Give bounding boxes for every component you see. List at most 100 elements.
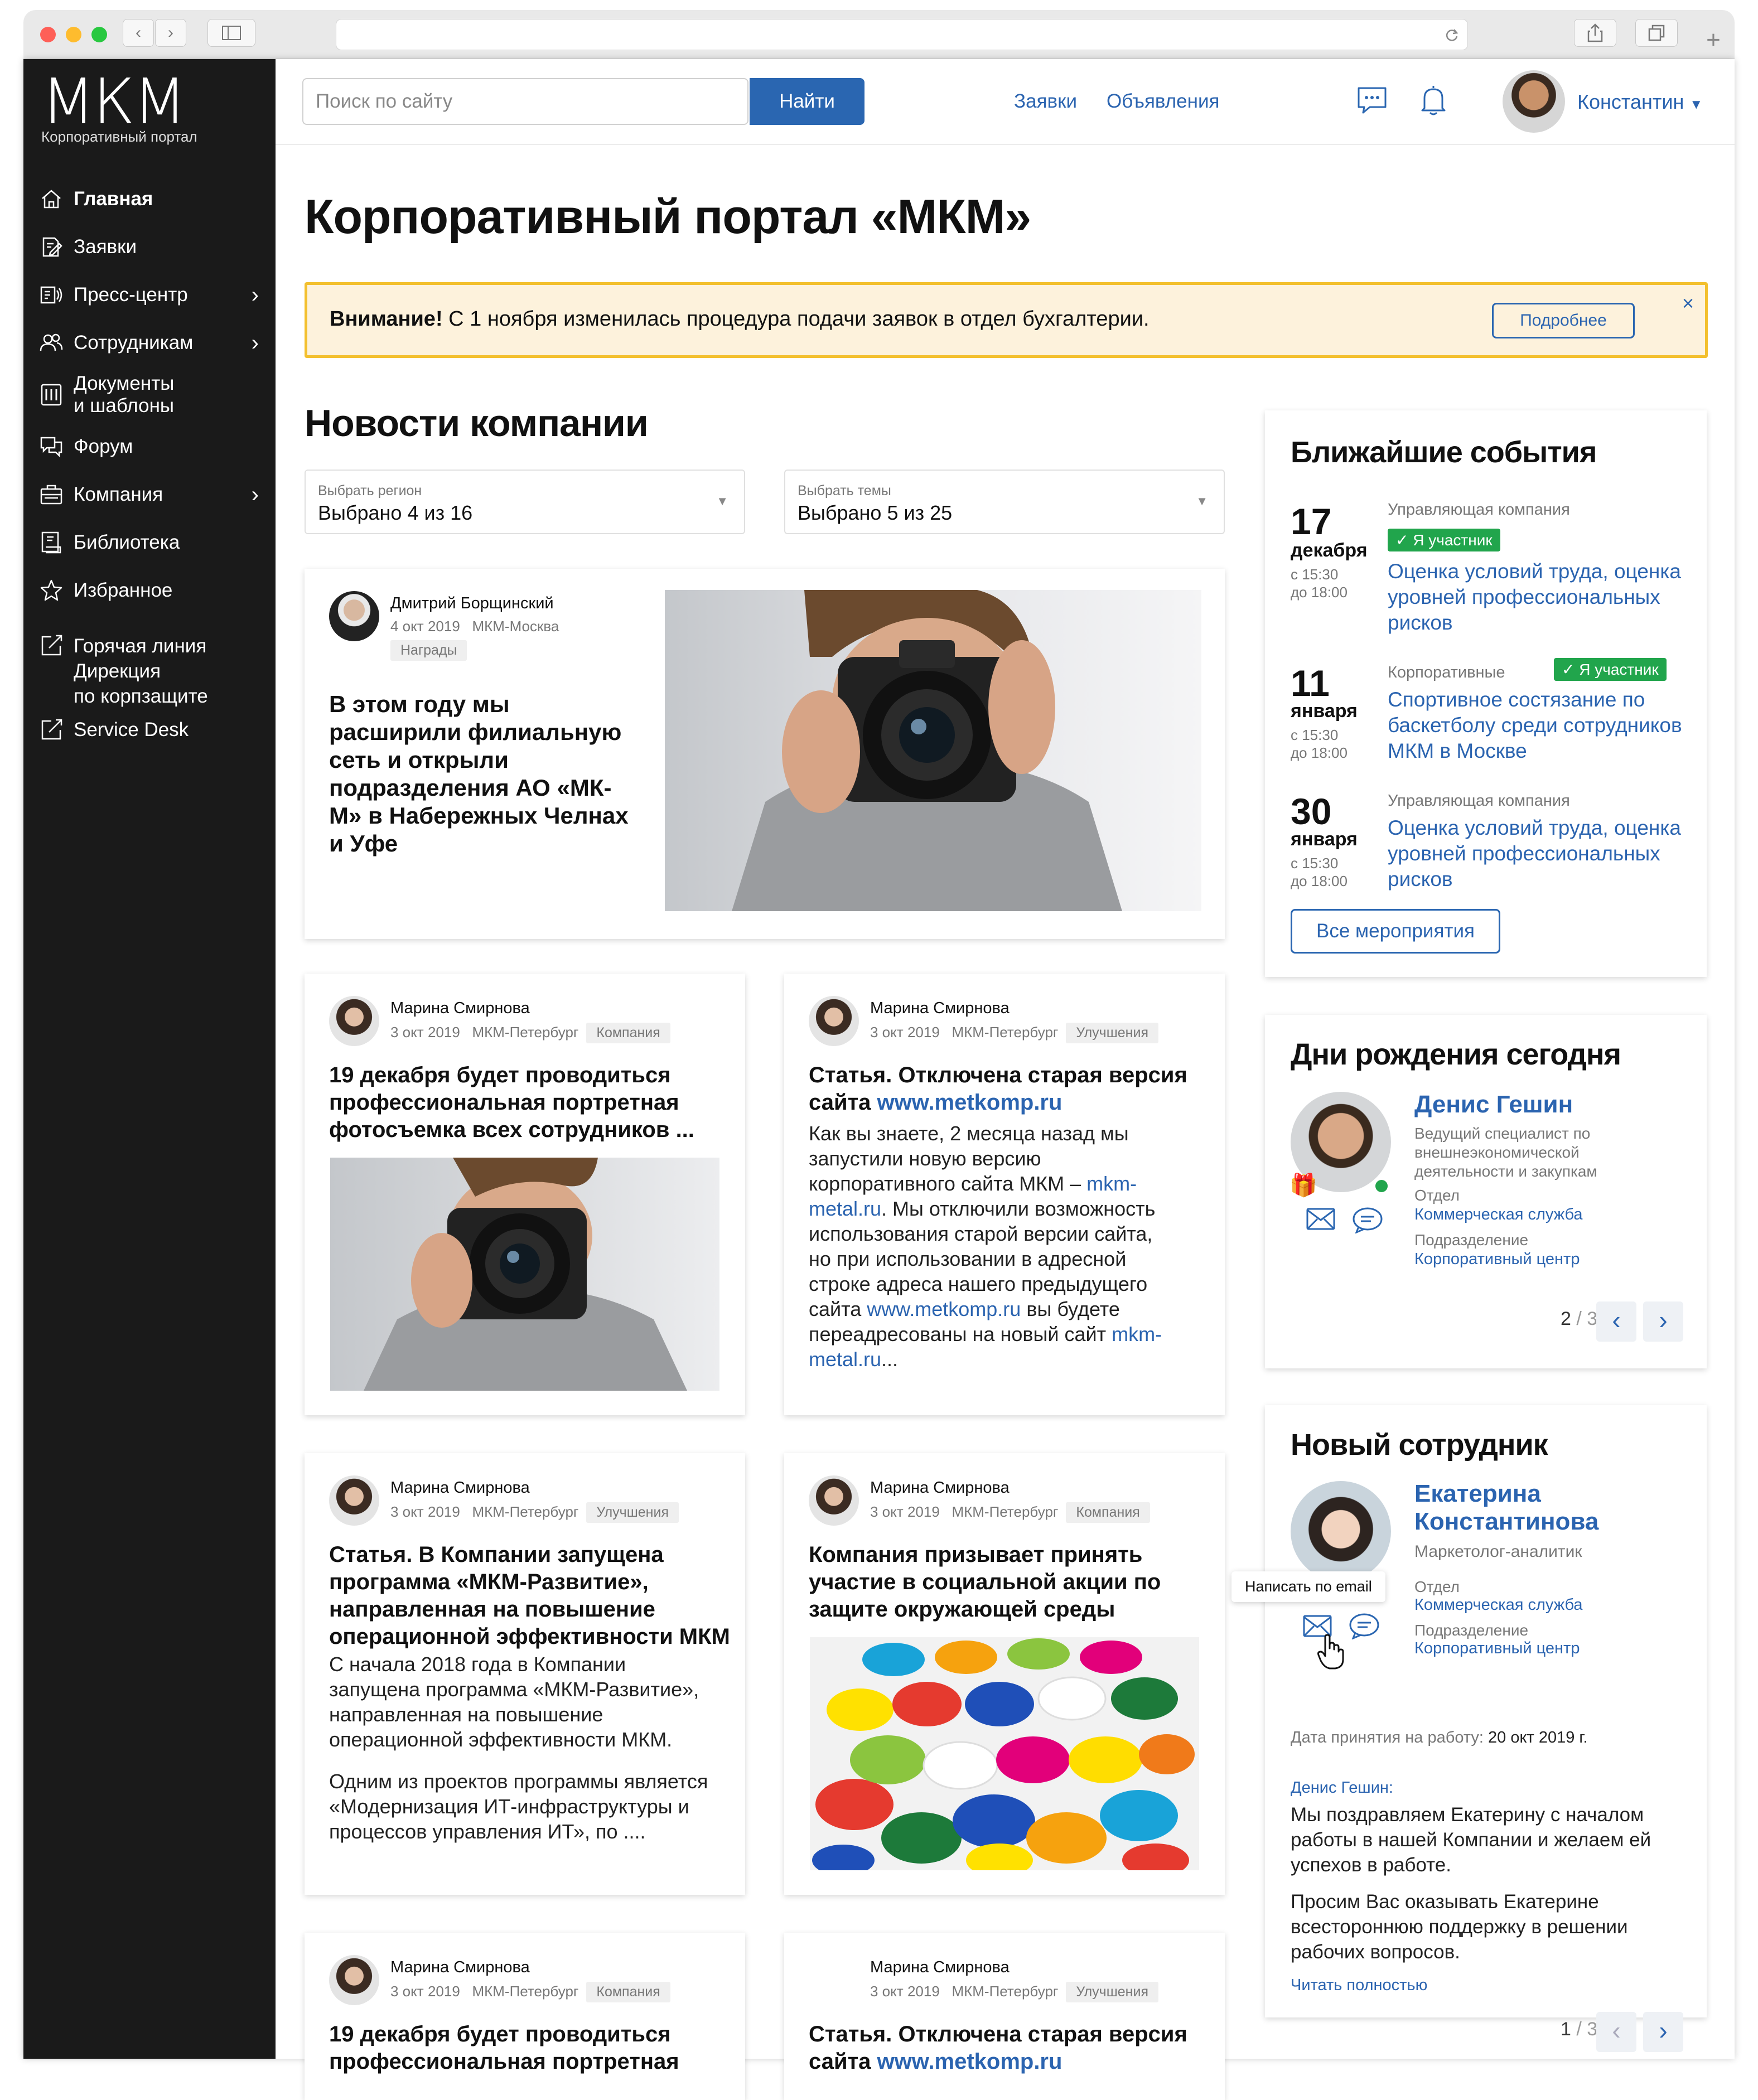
greeting-author[interactable]: Денис Гешин: bbox=[1291, 1779, 1393, 1797]
author-name[interactable]: Марина Смирнова bbox=[390, 999, 530, 1018]
sidebar-item-favorites[interactable]: Избранное bbox=[39, 567, 273, 614]
sidebar-item-press-center[interactable]: Пресс-центр › bbox=[39, 271, 273, 319]
participant-badge: ✓ Я участник bbox=[1388, 529, 1500, 551]
news-tag[interactable]: Улучшения bbox=[1066, 1023, 1158, 1043]
sidebar-item-requests[interactable]: Заявки bbox=[39, 223, 273, 271]
author-name[interactable]: Марина Смирнова bbox=[870, 999, 1010, 1018]
event-time-to: до 18:00 bbox=[1291, 584, 1348, 601]
news-title[interactable]: Статья. В Компании запущена программа «М… bbox=[329, 1541, 731, 1651]
event-time-from: с 15:30 bbox=[1291, 855, 1339, 872]
read-more-link[interactable]: Читать полностью bbox=[1291, 1976, 1427, 1995]
news-title[interactable]: Статья. Отключена старая версия сайта ww… bbox=[809, 2021, 1205, 2075]
employee-name[interactable]: Денис Гешин bbox=[1414, 1091, 1573, 1119]
topics-select[interactable]: Выбрать темы Выбрано 5 из 25 ▼ bbox=[784, 470, 1225, 534]
author-name[interactable]: Марина Смирнова bbox=[870, 1958, 1010, 1977]
sidebar-item-employees[interactable]: Сотрудникам › bbox=[39, 319, 273, 367]
back-button[interactable]: ‹ bbox=[123, 19, 154, 47]
news-tag[interactable]: Компания bbox=[586, 1982, 670, 2002]
news-tag[interactable]: Улучшения bbox=[586, 1502, 679, 1523]
chat-icon[interactable] bbox=[1349, 1613, 1380, 1639]
next-button[interactable]: › bbox=[1643, 1301, 1683, 1342]
photographer-image[interactable] bbox=[330, 1158, 719, 1391]
news-card[interactable]: Марина Смирнова 3 окт 2019 МКМ-Петербург… bbox=[305, 1453, 745, 1895]
unit-link[interactable]: Корпоративный центр bbox=[1414, 1639, 1580, 1658]
sidebar-item-documents[interactable]: Документы и шаблоны bbox=[39, 367, 273, 423]
mail-icon[interactable] bbox=[1306, 1208, 1335, 1230]
prev-button[interactable]: ‹ bbox=[1596, 2012, 1636, 2052]
author-name[interactable]: Дмитрий Борщинский bbox=[390, 594, 554, 613]
news-tag[interactable]: Компания bbox=[586, 1023, 670, 1043]
maximize-window-icon[interactable] bbox=[91, 27, 107, 42]
news-card[interactable]: Марина Смирнова 3 окт 2019 МКМ-Петербург… bbox=[784, 974, 1225, 1415]
employee-avatar[interactable] bbox=[1291, 1481, 1391, 1581]
sidebar-item-forum[interactable]: Форум bbox=[39, 423, 273, 471]
sidebar-item-company[interactable]: Компания › bbox=[39, 471, 273, 519]
close-window-icon[interactable] bbox=[40, 27, 56, 42]
search-input[interactable]: Поиск по сайту bbox=[302, 78, 748, 125]
new-tab-button[interactable]: + bbox=[1697, 27, 1730, 56]
bottle-caps-image[interactable] bbox=[810, 1637, 1199, 1870]
news-title[interactable]: 19 декабря будет проводиться профессиона… bbox=[329, 1062, 719, 1144]
author-name[interactable]: Марина Смирнова bbox=[870, 1479, 1010, 1497]
news-title[interactable]: В этом году мы расширили филиальную сеть… bbox=[329, 690, 641, 858]
news-card[interactable]: Марина Смирнова 3 окт 2019 МКМ-Петербург… bbox=[305, 974, 745, 1415]
chat-icon[interactable] bbox=[1354, 83, 1390, 118]
news-tag[interactable]: Компания bbox=[1066, 1502, 1150, 1523]
bell-icon[interactable] bbox=[1416, 83, 1451, 118]
logo[interactable]: МКМ Корпоративный портал bbox=[41, 71, 197, 146]
employee-name[interactable]: Екатерина Константинова bbox=[1414, 1480, 1682, 1536]
reload-icon[interactable] bbox=[1444, 27, 1460, 43]
alert-more-button[interactable]: Подробнее bbox=[1492, 303, 1635, 338]
header-link-requests[interactable]: Заявки bbox=[1014, 90, 1077, 113]
event-title[interactable]: Оценка условий труда, оценка уровней про… bbox=[1388, 559, 1700, 636]
title-link[interactable]: www.metkomp.ru bbox=[877, 1090, 1062, 1115]
title-link[interactable]: www.metkomp.ru bbox=[877, 2049, 1062, 2074]
minimize-window-icon[interactable] bbox=[66, 27, 81, 42]
dept-link[interactable]: Коммерческая служба bbox=[1414, 1206, 1583, 1224]
sidebar-item-library[interactable]: Библиотека bbox=[39, 519, 273, 567]
news-tag[interactable]: Награды bbox=[390, 640, 467, 661]
body-link[interactable]: www.metkomp.ru bbox=[867, 1298, 1021, 1320]
news-card[interactable]: Марина Смирнова 3 окт 2019 МКМ-Петербург… bbox=[784, 1933, 1225, 2100]
author-name[interactable]: Марина Смирнова bbox=[390, 1958, 530, 1977]
news-title[interactable]: 19 декабря будет проводиться профессиона… bbox=[329, 2021, 719, 2075]
user-menu[interactable]: Константин ▼ bbox=[1577, 90, 1703, 114]
news-card[interactable]: Марина Смирнова 3 окт 2019 МКМ-Петербург… bbox=[305, 1933, 745, 2100]
forward-button[interactable]: › bbox=[155, 19, 186, 47]
chat-icon[interactable] bbox=[1352, 1207, 1383, 1233]
region-select[interactable]: Выбрать регион Выбрано 4 из 16 ▼ bbox=[305, 470, 745, 534]
event-title[interactable]: Спортивное состязание по баскетболу сред… bbox=[1388, 687, 1700, 764]
news-date: 3 окт 2019 МКМ-Петербург Улучшения bbox=[870, 1023, 1158, 1043]
alert-banner: Внимание! С 1 ноября изменилась процедур… bbox=[305, 282, 1708, 358]
sidebar-toggle-button[interactable] bbox=[207, 19, 255, 47]
photographer-image[interactable] bbox=[665, 590, 1201, 911]
dept-link[interactable]: Коммерческая служба bbox=[1414, 1596, 1583, 1614]
search-button[interactable]: Найти bbox=[750, 78, 864, 125]
events-panel: Ближайшие события 17 декабря с 15:30 до … bbox=[1265, 410, 1707, 977]
hire-date-row: Дата принятия на работу: 20 окт 2019 г. bbox=[1291, 1729, 1588, 1747]
news-title[interactable]: Статья. Отключена старая версия сайта ww… bbox=[809, 1062, 1205, 1116]
author-name[interactable]: Марина Смирнова bbox=[390, 1479, 530, 1497]
briefcase-icon bbox=[40, 485, 62, 505]
share-button[interactable] bbox=[1574, 19, 1616, 47]
news-title[interactable]: Компания призывает принять участие в соц… bbox=[809, 1541, 1199, 1623]
prev-button[interactable]: ‹ bbox=[1596, 1301, 1636, 1342]
sidebar-item-service-desk[interactable]: Service Desk bbox=[39, 706, 273, 754]
header-link-announcements[interactable]: Объявления bbox=[1107, 90, 1219, 113]
close-icon[interactable]: × bbox=[1682, 292, 1694, 315]
sidebar-item-home[interactable]: Главная bbox=[39, 175, 273, 223]
unit-link[interactable]: Корпоративный центр bbox=[1414, 1250, 1580, 1269]
event-title[interactable]: Оценка условий труда, оценка уровней про… bbox=[1388, 815, 1700, 892]
caret-down-icon: ▼ bbox=[1689, 97, 1703, 112]
address-bar[interactable] bbox=[336, 19, 1468, 50]
next-button[interactable]: › bbox=[1643, 2012, 1683, 2052]
all-events-button[interactable]: Все мероприятия bbox=[1291, 909, 1500, 954]
news-card[interactable]: Марина Смирнова 3 окт 2019 МКМ-Петербург… bbox=[784, 1453, 1225, 1895]
sidebar-item-hotline[interactable]: Горячая линия Дирекция по корпзащите bbox=[39, 622, 273, 707]
email-tooltip: Написать по email bbox=[1231, 1571, 1385, 1602]
featured-news-card[interactable]: Дмитрий Борщинский 4 окт 2019 МКМ-Москва… bbox=[305, 569, 1225, 939]
bottle-caps-illustration bbox=[812, 1638, 1195, 1870]
tabs-button[interactable] bbox=[1635, 19, 1678, 47]
user-avatar[interactable] bbox=[1503, 70, 1565, 133]
news-tag[interactable]: Улучшения bbox=[1066, 1982, 1158, 2002]
